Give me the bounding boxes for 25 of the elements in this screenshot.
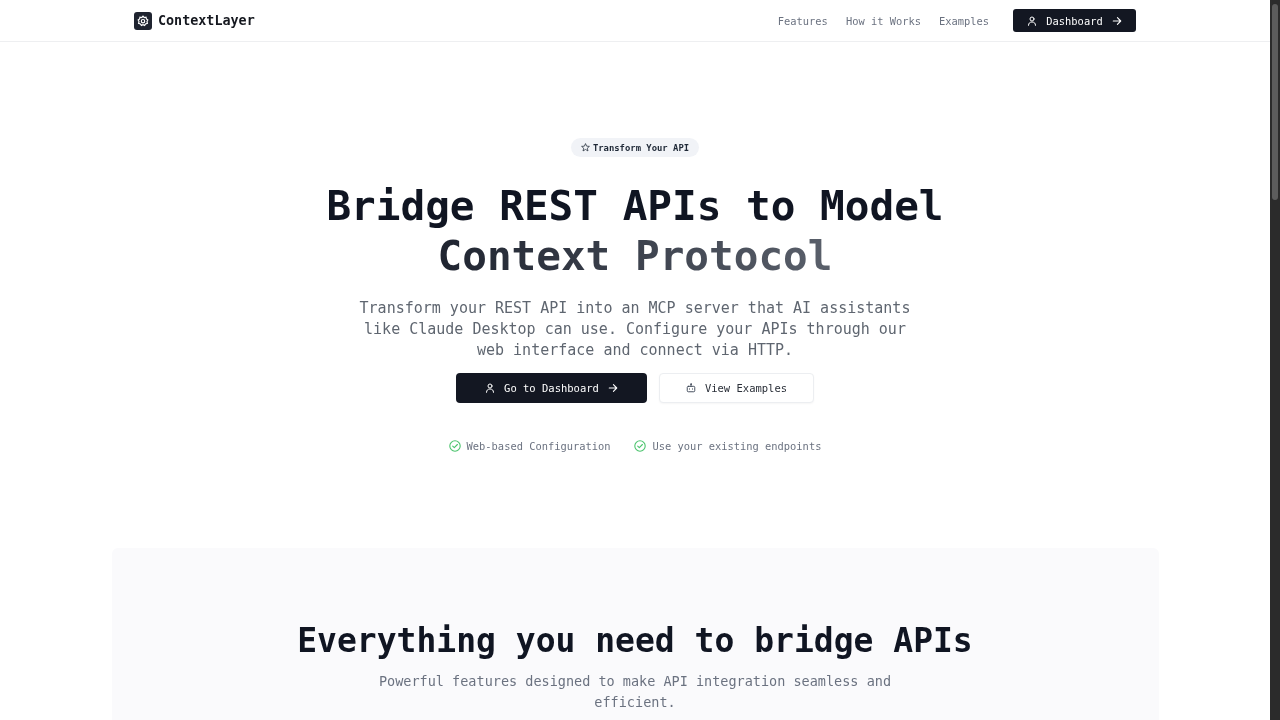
scrollbar-thumb[interactable] [1272, 4, 1278, 200]
nav-link[interactable]: Examples [938, 14, 989, 27]
go-to-dashboard-button[interactable]: Go to Dashboard [456, 373, 647, 403]
highlight-text: Use your existing endpoints [652, 440, 822, 452]
nav-link[interactable]: Features [777, 14, 828, 27]
hero-title: Bridge REST APIs to Model Context Protocol [325, 181, 945, 281]
star-icon [580, 143, 590, 152]
highlight-text: Web-based Configuration [466, 440, 611, 452]
hero-subtitle: Transform your REST API into an MCP server that AI assistants like Claude Desktop can use. Configure your APIs through our web interface and connect via HTTP. [358, 298, 912, 361]
badge-text: Transform Your API [592, 142, 690, 153]
robot-icon [685, 383, 696, 393]
check-circle-icon [634, 440, 647, 452]
view-examples-button[interactable]: View Examples [659, 373, 814, 403]
arrow-right-icon [1111, 15, 1122, 26]
features-subtitle: Powerful features designed to make API integration seamless and efficient. [377, 672, 892, 712]
scrollbar[interactable] [1270, 0, 1280, 720]
user-icon [1027, 15, 1038, 26]
user-icon [485, 383, 496, 393]
features-title: Everything you need to bridge APIs [297, 620, 973, 662]
check-circle-icon [448, 440, 461, 452]
brand-name[interactable]: ContextLayer [158, 13, 255, 28]
gear-logo-icon [134, 11, 152, 30]
nav-link[interactable]: How it Works [845, 14, 921, 27]
arrow-right-icon [607, 383, 618, 393]
dashboard-button[interactable]: Dashboard [1013, 9, 1136, 32]
